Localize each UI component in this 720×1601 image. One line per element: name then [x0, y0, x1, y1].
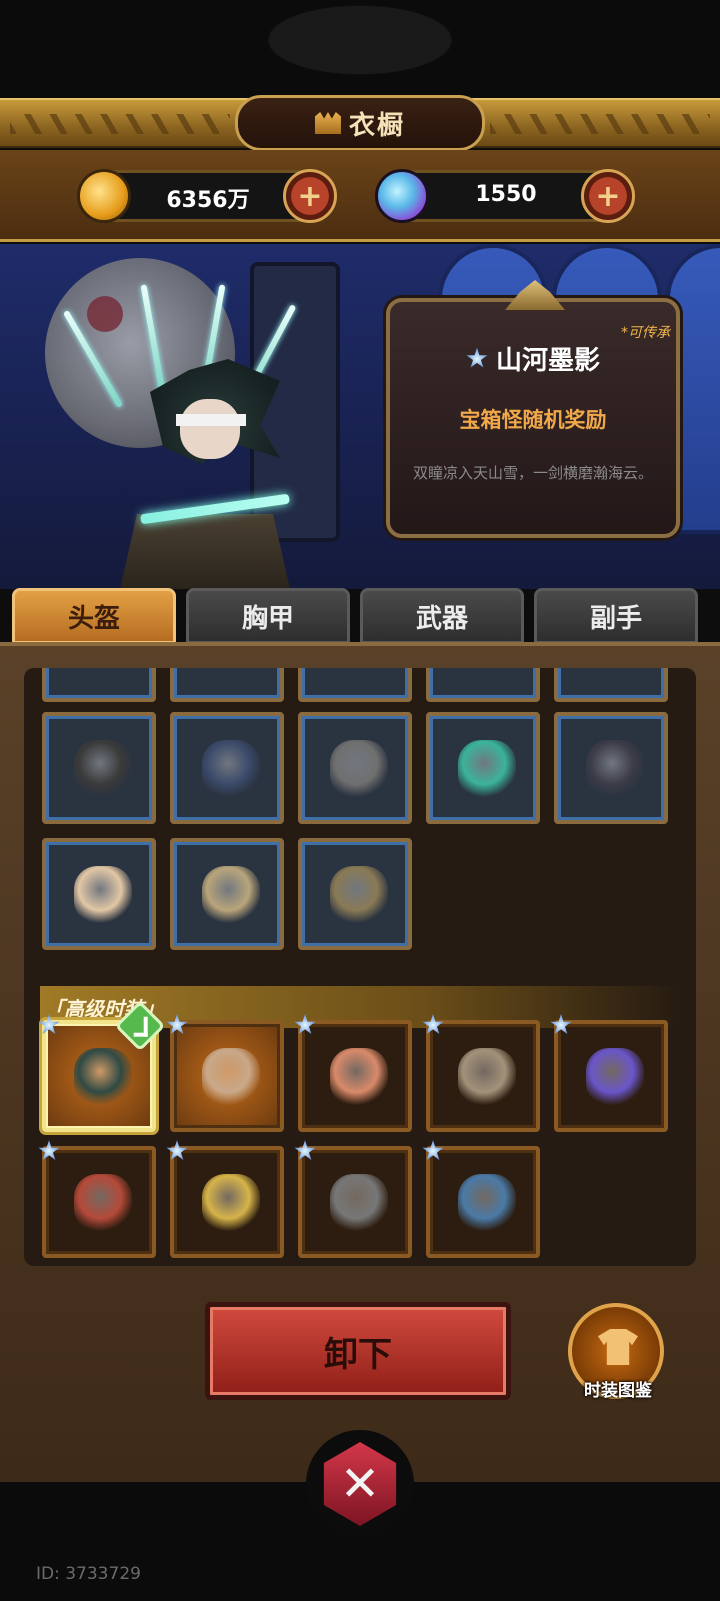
bunny-heart-icon: [586, 1048, 644, 1106]
mahjong-fa-tile-icon: [330, 1048, 388, 1106]
shirt-icon: [598, 1329, 638, 1365]
curtain-crown-icon: [202, 1048, 260, 1106]
item-slot[interactable]: [170, 668, 284, 702]
gem-counter: 1550 +: [375, 169, 635, 223]
item-info-panel: *可传承 山河墨影 宝箱怪随机奖励 双瞳凉入天山雪，一剑横磨瀚海云。: [386, 280, 680, 538]
item-slot[interactable]: [170, 712, 284, 824]
coin-icon: [77, 169, 131, 223]
category-tabs: 头盔 胸甲 武器 副手: [12, 588, 708, 644]
coin-value: 6356万: [166, 188, 250, 213]
hero-avatar: [140, 304, 300, 564]
item-slot[interactable]: [554, 668, 668, 702]
item-slot[interactable]: [550, 1014, 668, 1132]
blindfold-hero-icon: [74, 1048, 132, 1106]
dark-crown-icon: [586, 740, 644, 798]
player-id: ID: 3733729: [36, 1564, 141, 1584]
item-slot[interactable]: [166, 1140, 284, 1258]
ribbon-bow-icon: [458, 1048, 516, 1106]
wardrobe-icon: [314, 112, 341, 134]
item-slot[interactable]: [294, 1014, 412, 1132]
pharaoh-headdress-icon: [202, 1174, 260, 1232]
tab-weapon[interactable]: 武器: [360, 588, 524, 644]
item-slot[interactable]: [170, 838, 284, 950]
red-crown-icon: [74, 1174, 132, 1232]
gem-value: 1550: [475, 182, 537, 207]
item-slot[interactable]: [422, 1014, 540, 1132]
gem-icon: [375, 169, 429, 223]
item-slot[interactable]: [426, 668, 540, 702]
yinyang-cap-icon: [202, 740, 260, 798]
page-title: 衣橱: [348, 110, 405, 141]
item-slot[interactable]: [42, 838, 156, 950]
fashion-atlas-label: 时装图鉴: [584, 1381, 652, 1401]
item-slot[interactable]: [298, 712, 412, 824]
lantern-hat-icon: [330, 866, 388, 924]
item-name: 山河墨影: [495, 346, 600, 376]
tab-offhand[interactable]: 副手: [534, 588, 698, 644]
feather-hood-icon: [74, 866, 132, 924]
bucket-hat-icon: [458, 1174, 516, 1232]
item-grid[interactable]: 「高级时装」: [24, 668, 696, 1266]
star-icon: [294, 1140, 316, 1161]
close-icon: ✕: [323, 1442, 397, 1526]
item-source: 宝箱怪随机奖励: [459, 408, 607, 432]
unequip-button[interactable]: 卸下: [205, 1302, 511, 1400]
coin-counter: 6356万 +: [77, 169, 337, 223]
add-coins-button[interactable]: +: [283, 169, 337, 223]
star-icon: [166, 1140, 188, 1161]
inheritable-tag: *可传承: [621, 325, 670, 341]
tab-chest[interactable]: 胸甲: [186, 588, 350, 644]
item-slot[interactable]: [298, 838, 412, 950]
title-plate: 衣橱: [235, 95, 485, 151]
item-slot[interactable]: [422, 1140, 540, 1258]
item-slot[interactable]: [294, 1140, 412, 1258]
item-slot[interactable]: [554, 712, 668, 824]
item-slot[interactable]: [166, 1014, 284, 1132]
horned-helm-icon: [202, 866, 260, 924]
item-slot[interactable]: [426, 712, 540, 824]
star-icon: [422, 1140, 444, 1161]
tab-helmet[interactable]: 头盔: [12, 588, 176, 644]
item-slot[interactable]: [42, 712, 156, 824]
item-slot[interactable]: [38, 1140, 156, 1258]
jade-mask-icon: [458, 740, 516, 798]
item-slot[interactable]: [38, 1000, 166, 1132]
star-icon: [466, 347, 488, 368]
item-slot[interactable]: [42, 668, 156, 702]
iron-helmet-icon: [74, 740, 132, 798]
close-button[interactable]: ✕: [306, 1430, 414, 1538]
witch-hat-icon: [330, 740, 388, 798]
add-gems-button[interactable]: +: [581, 169, 635, 223]
item-description: 双瞳凉入天山雪，一剑横磨瀚海云。: [412, 464, 653, 482]
currency-bar: 6356万 + 1550 +: [0, 150, 720, 242]
star-icon: [38, 1140, 60, 1161]
samurai-wig-icon: [330, 1174, 388, 1232]
item-slot[interactable]: [298, 668, 412, 702]
top-background: [0, 0, 720, 100]
